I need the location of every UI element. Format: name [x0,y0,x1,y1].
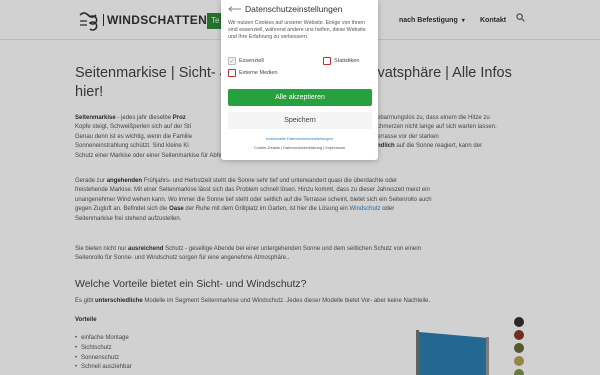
modal-title: Datenschutzeinstellungen [245,4,343,14]
checkbox-checked-icon: ✓ [228,57,236,65]
checkbox-label: Statistiken [334,58,360,64]
checkbox-box [323,57,331,65]
checkbox-label: Externe Medien [239,70,278,76]
checkbox-essenziell[interactable]: ✓ Essenziell [228,57,264,65]
checkbox-label: Essenziell [239,58,264,64]
checkbox-externe-medien[interactable]: Externe Medien [228,69,278,77]
modal-description: Wir nutzen Cookies auf unserer Website. … [228,20,366,40]
back-arrow-icon[interactable] [228,6,242,12]
imprint-link[interactable]: Impressum [325,145,345,150]
modal-header: Datenschutzeinstellungen [228,4,342,14]
checkbox-statistiken[interactable]: Statistiken [323,57,359,65]
save-button[interactable]: Speichern [228,112,372,129]
individual-settings-link[interactable]: Individuelle Datenschutzeinstellungen [221,136,378,141]
checkbox-box [228,69,236,77]
privacy-policy-link[interactable]: Datenschutzerklärung [283,145,322,150]
cookie-details-link[interactable]: Cookie-Details [254,145,280,150]
cookie-consent-dialog: Datenschutzeinstellungen Wir nutzen Cook… [221,0,378,160]
footer-links: Cookie-Details | Datenschutzerklärung | … [253,145,346,150]
accept-all-button[interactable]: Alle akzeptieren [228,89,372,106]
